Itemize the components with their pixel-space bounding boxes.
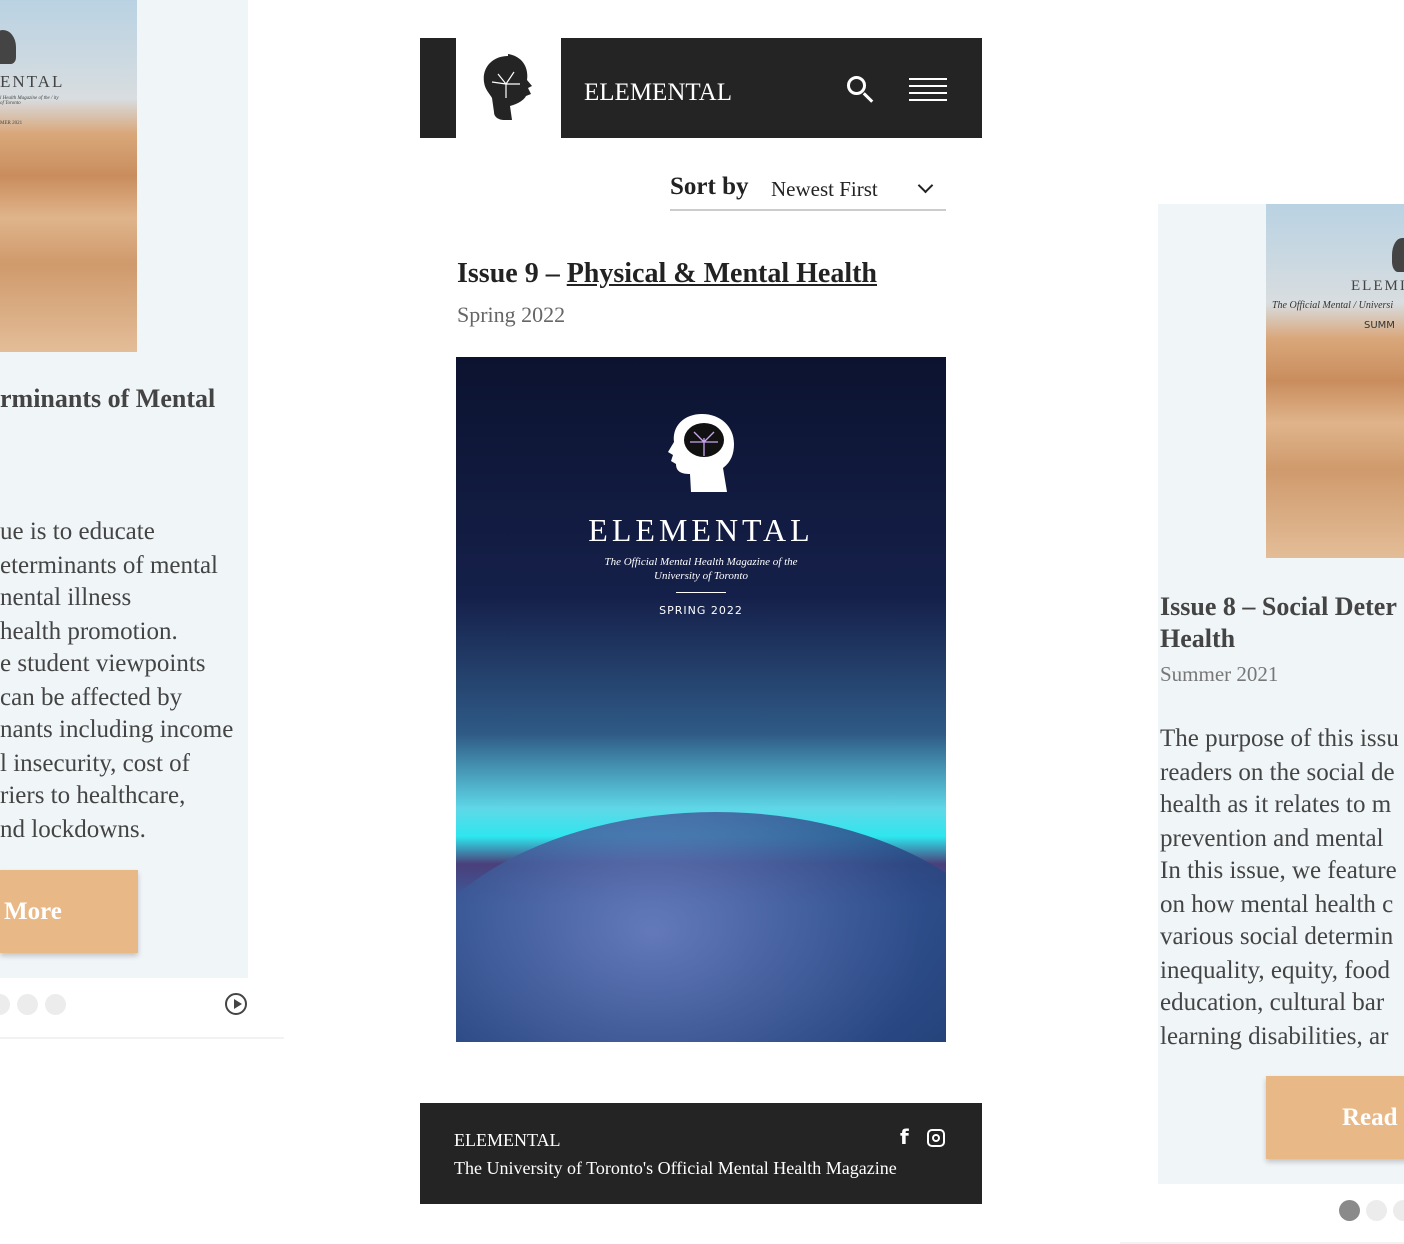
facebook-icon[interactable]: f xyxy=(900,1125,909,1149)
description-line: on how mental health c xyxy=(1160,891,1394,918)
header-bar: ELEMENTAL xyxy=(561,38,982,138)
description-line: nants including income xyxy=(0,716,234,743)
cover-brand: ELEMI xyxy=(1351,278,1404,294)
description-line: inequality, equity, food xyxy=(1160,957,1391,984)
search-icon[interactable] xyxy=(847,76,875,104)
description-line: The purpose of this issu xyxy=(1160,725,1399,752)
cover-tagline: The Official Mental / Universi xyxy=(1272,300,1394,311)
cover-divider xyxy=(676,592,726,593)
issue-number: Issue 9 – xyxy=(457,258,567,289)
carousel-dot[interactable] xyxy=(1366,1200,1387,1221)
issue-cover-image[interactable]: ELEMI The Official Mental / Universi SUM… xyxy=(1266,204,1404,558)
description-line: readers on the social de xyxy=(1160,759,1395,786)
chevron-down-icon xyxy=(917,177,934,194)
issue-cover-image[interactable]: ELEMENTAL The Official Mental Health Mag… xyxy=(456,357,946,1042)
hamburger-menu-icon[interactable] xyxy=(909,78,947,101)
carousel-dot[interactable] xyxy=(0,994,10,1015)
description-line: In this issue, we feature xyxy=(1160,857,1397,884)
cover-season: MER 2021 xyxy=(0,121,23,126)
cover-brand: ENTAL xyxy=(0,72,65,91)
right-issue-card: ELEMI The Official Mental / Universi SUM… xyxy=(1158,204,1404,1184)
description-line: e student viewpoints xyxy=(0,650,206,677)
description-line: learning disabilities, ar xyxy=(1160,1023,1389,1050)
issue-title: Health xyxy=(1160,624,1236,653)
issue-title: Issue 9 – Physical & Mental Health xyxy=(457,258,877,290)
sort-label: Sort by xyxy=(670,173,749,200)
play-icon[interactable] xyxy=(225,993,247,1015)
instagram-icon[interactable] xyxy=(927,1129,945,1147)
description-line: riers to healthcare, xyxy=(0,782,186,809)
issue-cover-image[interactable]: ENTAL l Health Magazine of the / ity of … xyxy=(0,0,137,352)
left-issue-card: ENTAL l Health Magazine of the / ity of … xyxy=(0,0,248,978)
cover-season: SUMM xyxy=(1364,320,1395,331)
issue-date: Summer 2021 xyxy=(1160,662,1279,686)
description-line: ue is to educate xyxy=(0,518,155,545)
description-line: eterminants of mental xyxy=(0,552,218,579)
issue-title: Issue 8 – Social Deter xyxy=(1160,592,1397,621)
sort-dropdown[interactable]: Sort by Newest First xyxy=(670,172,946,211)
description-line: nd lockdowns. xyxy=(0,816,146,843)
header-left-block xyxy=(420,38,456,138)
issue-date: Spring 2022 xyxy=(457,302,566,327)
description-line: various social determin xyxy=(1160,923,1394,950)
logo-icon[interactable] xyxy=(478,54,538,124)
description-line: can be affected by xyxy=(0,684,183,711)
logo-head-icon xyxy=(0,30,16,64)
carousel-dot-active[interactable] xyxy=(1339,1200,1360,1221)
issue-title-link[interactable]: Physical & Mental Health xyxy=(567,258,877,289)
cover-tagline: The Official Mental Health Magazine of t… xyxy=(604,556,798,568)
read-more-label: More xyxy=(4,897,62,925)
carousel-dot[interactable] xyxy=(1393,1200,1404,1221)
description-line: education, cultural bar xyxy=(1160,989,1385,1016)
read-more-button[interactable]: More xyxy=(0,870,138,953)
logo-head-icon xyxy=(1392,238,1404,272)
cover-head-logo-icon xyxy=(666,412,736,494)
description-line: health promotion. xyxy=(0,618,178,645)
cover-tagline: l Health Magazine of the / ity of Toront… xyxy=(0,96,59,106)
footer: ELEMENTAL The University of Toronto's Of… xyxy=(420,1103,982,1204)
divider xyxy=(0,1037,284,1039)
description-line: prevention and mental xyxy=(1160,825,1384,852)
issue-title: rminants of Mental xyxy=(0,384,216,413)
cover-brand: ELEMENTAL xyxy=(588,512,814,548)
read-more-button[interactable]: Read xyxy=(1266,1076,1404,1159)
read-more-label: Read xyxy=(1342,1103,1398,1131)
carousel-dot[interactable] xyxy=(45,994,66,1015)
description-line: l insecurity, cost of xyxy=(0,750,191,777)
footer-tagline: The University of Toronto's Official Men… xyxy=(454,1158,897,1178)
cover-tagline: University of Toronto xyxy=(654,570,748,582)
sort-value: Newest First xyxy=(771,177,878,201)
carousel-dot[interactable] xyxy=(17,994,38,1015)
footer-brand: ELEMENTAL xyxy=(454,1130,561,1150)
cover-season: SPRING 2022 xyxy=(659,604,743,617)
description-line: health as it relates to m xyxy=(1160,791,1392,818)
header-brand[interactable]: ELEMENTAL xyxy=(584,79,732,107)
description-line: nental illness xyxy=(0,584,132,611)
